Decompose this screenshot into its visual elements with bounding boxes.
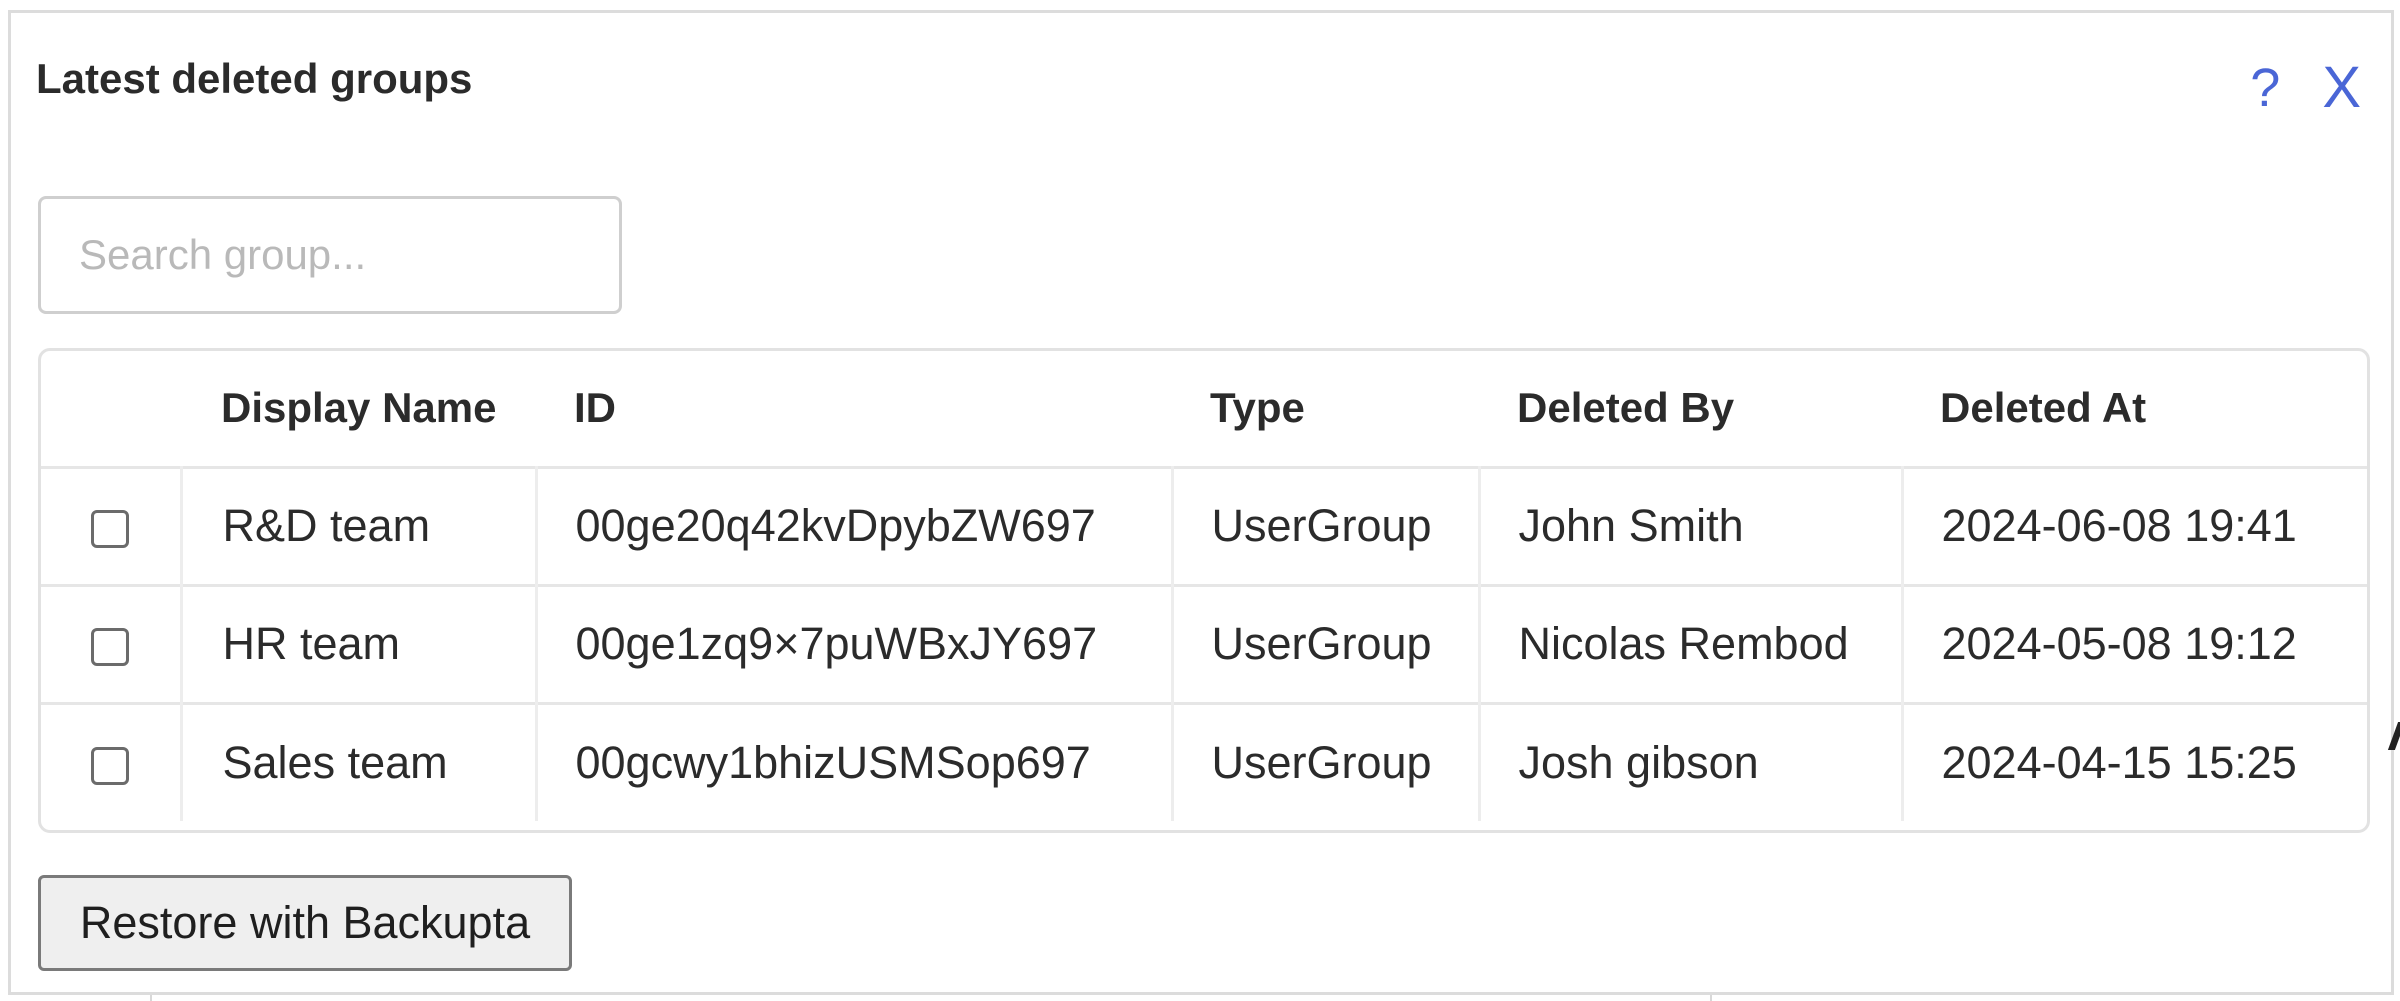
id-cell: 00ge1zq9×7puWBxJY697: [534, 585, 1172, 703]
deleted-groups-dialog: Latest deleted groups ? X Display Name I…: [8, 10, 2394, 995]
column-header-deleted-by[interactable]: Deleted By: [1479, 351, 1902, 467]
type-cell: UserGroup: [1170, 467, 1479, 585]
row-checkbox[interactable]: [91, 510, 130, 549]
display-name-cell: R&D team: [179, 467, 536, 585]
row-select-cell: [41, 585, 181, 703]
row-select-cell: [41, 467, 181, 585]
id-cell: 00gcwy1bhizUSMSop697: [534, 703, 1172, 821]
row-select-cell: [41, 703, 181, 821]
row-checkbox[interactable]: [91, 628, 130, 667]
type-cell: UserGroup: [1170, 703, 1479, 821]
close-button[interactable]: X: [2322, 59, 2361, 117]
help-button[interactable]: ?: [2250, 61, 2280, 115]
id-cell: 00ge20q42kvDpybZW697: [534, 467, 1172, 585]
search-input[interactable]: [38, 196, 622, 314]
deleted-groups-table: Display Name ID Type Deleted By Deleted …: [38, 348, 2370, 833]
table-row: R&D team 00ge20q42kvDpybZW697 UserGroup …: [41, 467, 2367, 585]
restore-with-backupta-button[interactable]: Restore with Backupta: [38, 875, 572, 971]
dialog-title: Latest deleted groups: [36, 55, 473, 102]
column-header-select: [41, 351, 181, 467]
table-row: HR team 00ge1zq9×7puWBxJY697 UserGroup N…: [41, 585, 2367, 703]
deleted-by-cell: Nicolas Rembod: [1477, 585, 1902, 703]
display-name-cell: HR team: [179, 585, 536, 703]
deleted-at-cell: 2024-04-15 15:25: [1900, 703, 2367, 821]
deleted-at-cell: 2024-05-08 19:12: [1900, 585, 2367, 703]
row-checkbox[interactable]: [91, 746, 130, 785]
column-header-display-name[interactable]: Display Name: [181, 351, 536, 467]
type-cell: UserGroup: [1170, 585, 1479, 703]
table-header-row: Display Name ID Type Deleted By Deleted …: [41, 351, 2367, 467]
column-header-type[interactable]: Type: [1172, 351, 1479, 467]
deleted-by-cell: John Smith: [1477, 467, 1902, 585]
deleted-at-cell: 2024-06-08 19:41: [1900, 467, 2367, 585]
column-header-id[interactable]: ID: [536, 351, 1172, 467]
dialog-header-actions: ? X: [2250, 59, 2361, 117]
display-name-cell: Sales team: [179, 703, 536, 821]
column-header-deleted-at[interactable]: Deleted At: [1902, 351, 2367, 467]
table-row: Sales team 00gcwy1bhizUSMSop697 UserGrou…: [41, 703, 2367, 821]
deleted-by-cell: Josh gibson: [1477, 703, 1902, 821]
